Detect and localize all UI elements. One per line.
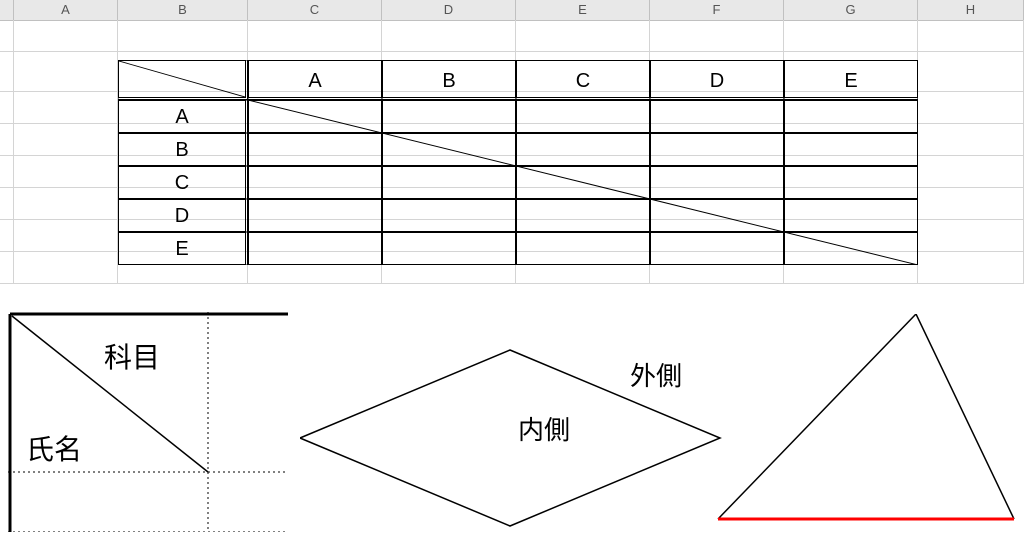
name-label: 氏名 <box>26 428 82 468</box>
column-header-row: A B C D E F G H <box>0 0 1024 21</box>
triangle-shape-example <box>716 314 1016 524</box>
diagonal-line-icon <box>119 61 245 97</box>
table-cell[interactable] <box>382 133 516 166</box>
table-cell[interactable] <box>516 232 650 265</box>
spreadsheet-view: A B C D E F G H <box>0 0 1024 538</box>
table-header-cell[interactable]: E <box>784 60 918 100</box>
table-row: D <box>118 199 918 232</box>
table-row: B <box>118 133 918 166</box>
triangle-icon <box>716 314 1016 524</box>
table-cell[interactable] <box>650 166 784 199</box>
col-header-C[interactable]: C <box>248 0 382 20</box>
table-header-cell[interactable]: A <box>248 60 382 100</box>
table-cell[interactable] <box>784 199 918 232</box>
table-row: E <box>118 232 918 265</box>
col-header-E[interactable]: E <box>516 0 650 20</box>
table-cell[interactable] <box>248 199 382 232</box>
table-cell[interactable] <box>382 166 516 199</box>
table-row-label[interactable]: A <box>118 100 248 133</box>
diagonal-header-example: 科目 氏名 <box>8 312 288 532</box>
subject-label: 科目 <box>104 336 160 376</box>
table-header-cell[interactable]: B <box>382 60 516 100</box>
table-row: C <box>118 166 918 199</box>
table-row-label[interactable]: D <box>118 199 248 232</box>
table-row-label[interactable]: C <box>118 166 248 199</box>
table-cell[interactable] <box>516 199 650 232</box>
table-cell[interactable] <box>516 166 650 199</box>
table-cell[interactable] <box>784 100 918 133</box>
matrix-table: A B C D E A B C D E <box>118 60 918 265</box>
table-row-label[interactable]: E <box>118 232 248 265</box>
inside-label: 内側 <box>518 410 570 447</box>
table-cell[interactable] <box>650 133 784 166</box>
col-header-G[interactable]: G <box>784 0 918 20</box>
table-header-row: A B C D E <box>118 60 918 100</box>
table-cell[interactable] <box>784 166 918 199</box>
table-cell[interactable] <box>650 100 784 133</box>
table-cell[interactable] <box>784 232 918 265</box>
table-cell[interactable] <box>248 166 382 199</box>
table-cell[interactable] <box>382 199 516 232</box>
table-row: A <box>118 100 918 133</box>
table-cell[interactable] <box>382 100 516 133</box>
col-header-gutter <box>0 0 14 20</box>
table-corner-cell[interactable] <box>118 60 248 100</box>
table-cell[interactable] <box>516 100 650 133</box>
table-header-cell[interactable]: C <box>516 60 650 100</box>
table-cell[interactable] <box>248 100 382 133</box>
table-cell[interactable] <box>516 133 650 166</box>
table-row-label[interactable]: B <box>118 133 248 166</box>
table-header-cell[interactable]: D <box>650 60 784 100</box>
table-cell[interactable] <box>248 133 382 166</box>
bottom-annotations: 科目 氏名 内側 外側 <box>0 308 1024 538</box>
diamond-shape-example: 内側 外側 <box>300 338 730 528</box>
table-cell[interactable] <box>650 199 784 232</box>
table-cell[interactable] <box>650 232 784 265</box>
col-header-A[interactable]: A <box>14 0 118 20</box>
table-cell[interactable] <box>248 232 382 265</box>
col-header-D[interactable]: D <box>382 0 516 20</box>
col-header-H[interactable]: H <box>918 0 1024 20</box>
table-cell[interactable] <box>382 232 516 265</box>
col-header-B[interactable]: B <box>118 0 248 20</box>
col-header-F[interactable]: F <box>650 0 784 20</box>
table-cell[interactable] <box>784 133 918 166</box>
outside-label: 外側 <box>630 356 682 393</box>
